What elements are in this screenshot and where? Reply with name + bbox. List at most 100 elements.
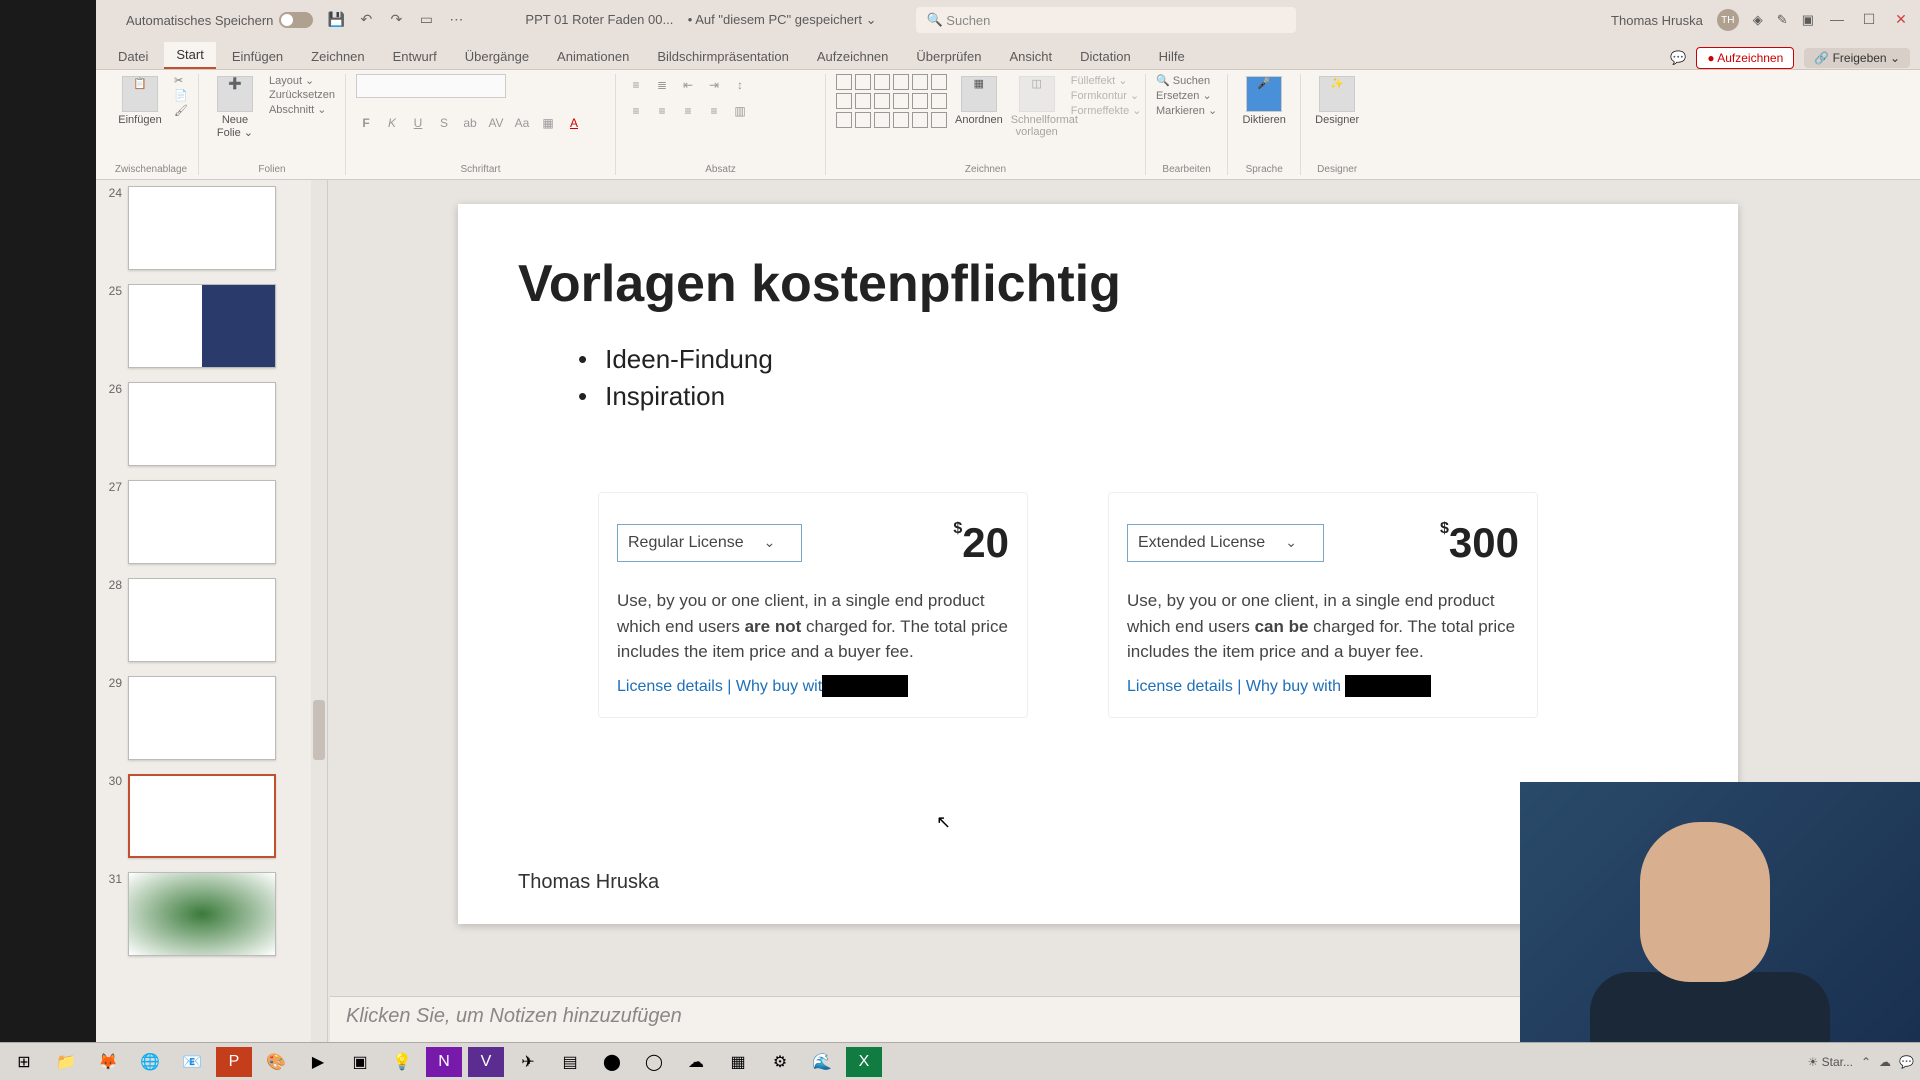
app-icon[interactable]: ☁ — [678, 1047, 714, 1077]
document-name[interactable]: PPT 01 Roter Faden 00... — [525, 12, 673, 27]
italic-button[interactable]: K — [382, 112, 402, 132]
format-painter-icon[interactable]: 🖌 — [174, 104, 188, 117]
obs-icon[interactable]: ⬤ — [594, 1047, 630, 1077]
find-button[interactable]: 🔍 Suchen — [1156, 74, 1217, 87]
vlc-icon[interactable]: ▶ — [300, 1047, 336, 1077]
highlight-button[interactable]: ▦ — [538, 112, 558, 132]
align-left-button[interactable]: ≡ — [626, 100, 646, 120]
shadow-button[interactable]: ab — [460, 112, 480, 132]
align-center-button[interactable]: ≡ — [652, 100, 672, 120]
dictate-button[interactable]: 🎤Diktieren — [1238, 74, 1290, 126]
copy-icon[interactable]: 📄 — [174, 89, 188, 102]
tab-entwurf[interactable]: Entwurf — [381, 44, 449, 69]
license-details-link[interactable]: License details — [617, 678, 723, 695]
app-icon[interactable]: ◯ — [636, 1047, 672, 1077]
license-select-regular[interactable]: Regular License — [617, 524, 802, 562]
shapes-gallery[interactable] — [836, 74, 947, 128]
app-icon[interactable]: ▤ — [552, 1047, 588, 1077]
tab-ueberpruefen[interactable]: Überprüfen — [904, 44, 993, 69]
designer-button[interactable]: ✨Designer — [1311, 74, 1363, 126]
close-icon[interactable]: ✕ — [1892, 11, 1910, 29]
slide-thumb-28[interactable] — [128, 578, 276, 662]
section-button[interactable]: Abschnitt ⌄ — [269, 103, 335, 116]
underline-button[interactable]: U — [408, 112, 428, 132]
pen-icon[interactable]: ✎ — [1777, 12, 1788, 28]
tab-hilfe[interactable]: Hilfe — [1147, 44, 1197, 69]
firefox-icon[interactable]: 🦊 — [90, 1047, 126, 1077]
save-icon[interactable]: 💾 — [327, 11, 345, 29]
telegram-icon[interactable]: ✈ — [510, 1047, 546, 1077]
slide-thumb-26[interactable] — [128, 382, 276, 466]
arrange-button[interactable]: ▦Anordnen — [955, 74, 1003, 126]
effects-button[interactable]: Formeffekte ⌄ — [1071, 104, 1142, 117]
columns-button[interactable]: ▥ — [730, 100, 750, 120]
tab-uebergaenge[interactable]: Übergänge — [453, 44, 541, 69]
license-select-extended[interactable]: Extended License — [1127, 524, 1324, 562]
tab-datei[interactable]: Datei — [106, 44, 160, 69]
bold-button[interactable]: F — [356, 112, 376, 132]
tab-ansicht[interactable]: Ansicht — [997, 44, 1064, 69]
case-button[interactable]: Aa — [512, 112, 532, 132]
explorer-icon[interactable]: 📁 — [48, 1047, 84, 1077]
cut-icon[interactable]: ✂ — [174, 74, 188, 87]
layout-button[interactable]: Layout ⌄ — [269, 74, 335, 87]
tab-bildschirm[interactable]: Bildschirmpräsentation — [645, 44, 801, 69]
autosave-toggle[interactable] — [279, 12, 313, 28]
slide-thumb-30[interactable] — [128, 774, 276, 858]
settings-icon[interactable]: ⚙ — [762, 1047, 798, 1077]
paste-button[interactable]: 📋Einfügen — [114, 74, 166, 126]
new-slide-button[interactable]: ➕Neue Folie ⌄ — [209, 74, 261, 139]
align-right-button[interactable]: ≡ — [678, 100, 698, 120]
why-buy-link[interactable]: Why buy wit — [736, 678, 822, 695]
tray-icon[interactable]: ☁ — [1879, 1055, 1891, 1069]
tab-dictation[interactable]: Dictation — [1068, 44, 1143, 69]
excel-icon[interactable]: X — [846, 1047, 882, 1077]
license-details-link[interactable]: License details — [1127, 678, 1233, 695]
replace-button[interactable]: Ersetzen ⌄ — [1156, 89, 1217, 102]
record-button[interactable]: ● Aufzeichnen — [1696, 47, 1794, 69]
edge-icon[interactable]: 🌊 — [804, 1047, 840, 1077]
chrome-icon[interactable]: 🌐 — [132, 1047, 168, 1077]
start-button[interactable]: ⊞ — [6, 1047, 42, 1077]
linespacing-button[interactable]: ↕ — [730, 74, 750, 94]
maximize-icon[interactable]: ☐ — [1860, 11, 1878, 29]
saved-location[interactable]: • Auf "diesem PC" gespeichert ⌄ — [688, 12, 877, 27]
indent-inc-button[interactable]: ⇥ — [704, 74, 724, 94]
strike-button[interactable]: S — [434, 112, 454, 132]
select-button[interactable]: Markieren ⌄ — [1156, 104, 1217, 117]
redo-icon[interactable]: ↷ — [387, 11, 405, 29]
justify-button[interactable]: ≡ — [704, 100, 724, 120]
visualstudio-icon[interactable]: V — [468, 1047, 504, 1077]
numbering-button[interactable]: ≣ — [652, 74, 672, 94]
qat-more-icon[interactable]: ⋯ — [447, 11, 465, 29]
comments-icon[interactable]: 💬 — [1670, 50, 1686, 66]
user-name[interactable]: Thomas Hruska — [1611, 13, 1703, 28]
quickstyles-button[interactable]: ◫Schnellformat vorlagen — [1011, 74, 1063, 138]
slide-thumb-31[interactable] — [128, 872, 276, 956]
tray-icon[interactable]: 💬 — [1899, 1055, 1914, 1069]
tab-start[interactable]: Start — [164, 42, 215, 69]
undo-icon[interactable]: ↶ — [357, 11, 375, 29]
app-icon[interactable]: ▦ — [720, 1047, 756, 1077]
thumbnails-scrollbar[interactable] — [311, 180, 327, 1042]
weather-widget[interactable]: ☀ Star... — [1808, 1055, 1853, 1069]
tab-animationen[interactable]: Animationen — [545, 44, 641, 69]
user-avatar[interactable]: TH — [1717, 9, 1739, 31]
minimize-icon[interactable]: — — [1828, 11, 1846, 29]
outline-button[interactable]: Formkontur ⌄ — [1071, 89, 1142, 102]
powerpoint-icon[interactable]: P — [216, 1047, 252, 1077]
slide-thumb-25[interactable] — [128, 284, 276, 368]
onenote-icon[interactable]: N — [426, 1047, 462, 1077]
slide-thumb-24[interactable] — [128, 186, 276, 270]
font-selector[interactable] — [356, 74, 506, 98]
diamond-icon[interactable]: ◈ — [1753, 12, 1763, 28]
slide-title[interactable]: Vorlagen kostenpflichtig — [518, 254, 1678, 314]
search-box[interactable]: 🔍 Suchen — [916, 7, 1296, 33]
slide-thumb-29[interactable] — [128, 676, 276, 760]
fill-button[interactable]: Fülleffekt ⌄ — [1071, 74, 1142, 87]
window-mode-icon[interactable]: ▣ — [1802, 12, 1814, 28]
app-icon[interactable]: 🎨 — [258, 1047, 294, 1077]
app-icon[interactable]: 💡 — [384, 1047, 420, 1077]
bullets-button[interactable]: ≡ — [626, 74, 646, 94]
tab-einfuegen[interactable]: Einfügen — [220, 44, 295, 69]
